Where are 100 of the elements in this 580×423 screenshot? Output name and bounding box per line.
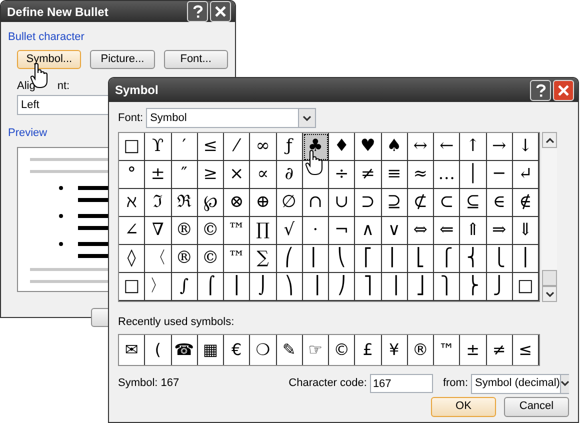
symbol-cell[interactable]: ® [408,334,434,364]
symbol-cell[interactable]: ℘ [198,189,224,217]
symbol-cell[interactable]: ⊂ [434,189,460,217]
help-button[interactable] [187,1,208,22]
symbol-cell[interactable]: ∨ [382,217,408,245]
cancel-button[interactable]: Cancel [504,396,569,416]
dialog-button[interactable]: Font... [164,50,228,68]
symbol-cell[interactable]: × [224,161,250,189]
symbol-cell[interactable]: ◊ [119,245,146,273]
symbol-cell[interactable]: ⎝ [329,245,356,273]
close-button[interactable] [553,80,574,100]
symbol-cell[interactable]: ⎪ [512,245,539,273]
symbol-cell[interactable]: ⎮ [224,273,250,301]
symbol-cell[interactable]: ⎢ [382,245,408,273]
symbol-cell[interactable]: 〈 [145,245,172,273]
symbol-cell[interactable]: ∠ [119,217,146,245]
symbol-cell[interactable]: ∉ [512,189,539,217]
from-select[interactable]: Symbol (decimal) [471,374,569,394]
symbol-cell[interactable]: ± [145,161,172,189]
symbol-cell[interactable]: £ [355,334,382,364]
symbol-cell[interactable]: ⎦ [408,273,434,301]
symbol-cell[interactable]: ⎧ [434,245,460,273]
symbol-cell[interactable]: ™ [434,334,460,364]
symbol-cell[interactable]: © [198,217,224,245]
symbol-cell[interactable]: ☞ [302,334,329,364]
symbol-cell[interactable]: ∧ [355,217,382,245]
symbol-cell[interactable]: ↵ [512,161,539,189]
symbol-cell[interactable]: √ [276,217,303,245]
symbol-cell[interactable]: ⊕ [250,189,276,217]
symbol-cell[interactable]: ↔ [408,133,434,161]
symbol-cell[interactable]: ∂ [276,161,303,189]
symbol-cell[interactable]: ⎤ [355,273,382,301]
symbol-cell[interactable]: ∩ [302,189,329,217]
symbol-cell[interactable]: ← [434,133,460,161]
symbol-cell[interactable]: 〉 [145,273,172,301]
symbol-cell[interactable]: ° [119,161,146,189]
scrollbar[interactable] [542,132,557,302]
close-button[interactable] [210,1,231,22]
symbol-cell[interactable]: ♠ [382,133,408,161]
symbol-cell[interactable]: ® [172,217,198,245]
symbol-cell[interactable]: ™ [224,245,250,273]
symbol-cell[interactable]: ∞ [250,133,276,161]
symbol-cell[interactable]: € [224,334,250,364]
symbol-cell[interactable]: ″ [172,161,198,189]
symbol-cell[interactable]: ⎫ [434,273,460,301]
symbol-cell[interactable]: ⊗ [224,189,250,217]
help-button[interactable] [530,80,551,100]
symbol-cell[interactable]: ⋅ [302,217,329,245]
symbol-cell[interactable]: ✉ [119,334,146,364]
symbol-cell[interactable]: ❍ [250,334,276,364]
symbol-cell[interactable]: ⎬ [460,273,486,301]
symbol-cell[interactable]: ⇒ [486,217,513,245]
symbol-cell[interactable]: ϒ [145,133,172,161]
scroll-thumb[interactable] [542,270,557,286]
symbol-cell[interactable]: ÷ [329,161,356,189]
symbol-cell[interactable]: ® [172,245,198,273]
symbol-cell[interactable]: ↓ [512,133,539,161]
symbol-cell[interactable]: ⎜ [302,245,329,273]
symbol-cell[interactable]: … [434,161,460,189]
symbol-cell[interactable]: ⇑ [460,217,486,245]
symbol-cell[interactable]: ⎛ [276,245,303,273]
symbol-cell[interactable]: ℑ [145,189,172,217]
symbol-cell[interactable]: □ [512,273,539,301]
symbol-cell[interactable]: ≥ [198,161,224,189]
symbol-cell[interactable]: □ [119,133,146,161]
symbol-cell[interactable]: ─ [486,161,513,189]
symbol-cell[interactable]: ⇐ [434,217,460,245]
symbol-cell[interactable]: □ [119,273,146,301]
symbol-cell[interactable]: ′ [172,133,198,161]
symbol-cell[interactable]: © [198,245,224,273]
symbol-cell[interactable]: ≈ [408,161,434,189]
symbol-cell[interactable]: ⎭ [486,273,513,301]
symbol-cell[interactable]: ⇔ [408,217,434,245]
symbol-cell[interactable]: ℜ [172,189,198,217]
symbol-cell[interactable]: ⊄ [408,189,434,217]
symbol-cell[interactable]: © [329,334,356,364]
symbol-cell[interactable]: ⎠ [329,273,356,301]
symbol-cell[interactable]: ♦ [329,133,356,161]
dialog-button[interactable]: Picture... [90,50,155,68]
symbol-cell[interactable]: ƒ [276,133,303,161]
symbol-cell[interactable]: ⌡ [250,273,276,301]
char-code-field[interactable]: 167 [370,374,433,393]
symbol-cell[interactable]: ✎ [276,334,303,364]
symbol-cell[interactable]: ⎣ [408,245,434,273]
symbol-cell[interactable]: ( [145,334,172,364]
symbol-cell[interactable]: ¬ [329,217,356,245]
symbol-cell[interactable]: ⎟ [302,273,329,301]
symbol-cell[interactable]: ± [460,334,486,364]
symbol-cell[interactable]: ▦ [198,334,224,364]
symbol-cell[interactable]: ¥ [382,334,408,364]
symbol-cell[interactable]: ™ [224,217,250,245]
symbol-cell[interactable]: ☎ [172,334,198,364]
symbol-cell[interactable]: ♥ [355,133,382,161]
symbol-cell[interactable]: ∏ [250,217,276,245]
dialog-button[interactable]: Symbol... [17,50,82,68]
ok-button[interactable]: OK [431,396,496,416]
symbol-cell[interactable]: ∫ [172,273,198,301]
symbol-cell[interactable]: ⎡ [355,245,382,273]
symbol-cell[interactable]: ∑ [250,245,276,273]
symbol-cell[interactable]: ≤ [512,334,539,364]
